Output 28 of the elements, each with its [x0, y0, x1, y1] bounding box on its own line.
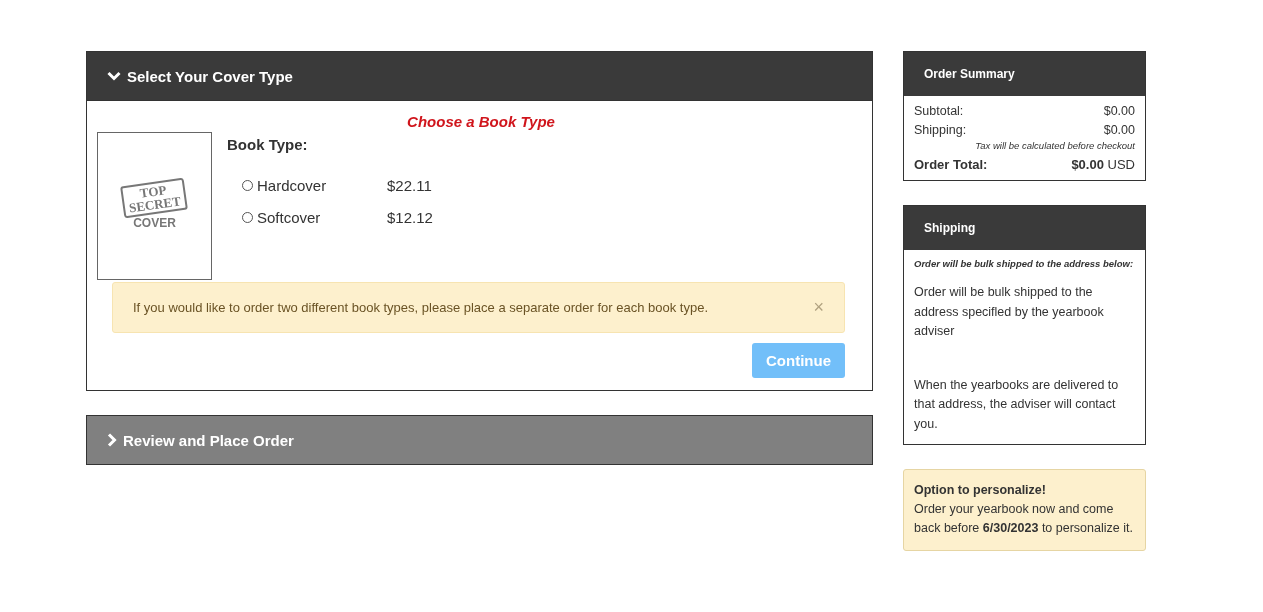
option-price: $22.11: [387, 176, 432, 194]
total-value: $0.00 USD: [1071, 156, 1135, 174]
chevron-right-icon: [107, 433, 117, 447]
summary-label: Subtotal:: [914, 103, 964, 120]
total-label: Order Total:: [914, 156, 988, 174]
summary-label: Shipping:: [914, 122, 967, 139]
section-header[interactable]: Select Your Cover Type: [86, 51, 873, 101]
close-button[interactable]: ×: [813, 297, 824, 318]
card-title: Shipping: [904, 206, 1145, 250]
chevron-down-icon: [107, 71, 121, 81]
option-label: Hardcover: [257, 176, 328, 194]
notice-text: Order your yearbook now and come back before 6/30/2023 to personalize it.: [914, 501, 1134, 537]
stamp-drawing: TOP SECRET: [120, 177, 189, 219]
section-header[interactable]: Review and Place Order: [86, 415, 873, 465]
notice-title: Option to personalize!: [914, 482, 1047, 499]
book-type-label: Book Type:: [227, 136, 309, 153]
summary-value: $0.00: [1103, 103, 1135, 120]
alert-text: If you would like to order two different book types, please place a separate order for each book type.: [133, 300, 708, 315]
option-label: Softcover: [257, 208, 322, 226]
option-price: $12.12: [387, 208, 433, 226]
cover-caption: COVER: [133, 216, 176, 230]
shipping-paragraph: When the yearbooks are delivered to that address, the adviser will contact you.: [914, 376, 1120, 433]
shipping-note: Order will be bulk shipped to the address below:: [914, 258, 1135, 269]
summary-value: $0.00: [1103, 122, 1135, 139]
tax-note: Tax will be calculated before checkout: [974, 140, 1135, 151]
card-title: Order Summary: [904, 52, 1145, 96]
shipping-paragraph: Order will be bulk shipped to the address specifled by the yearbook adviser: [914, 284, 1105, 340]
choose-heading: Choose a Book Type: [406, 113, 556, 130]
